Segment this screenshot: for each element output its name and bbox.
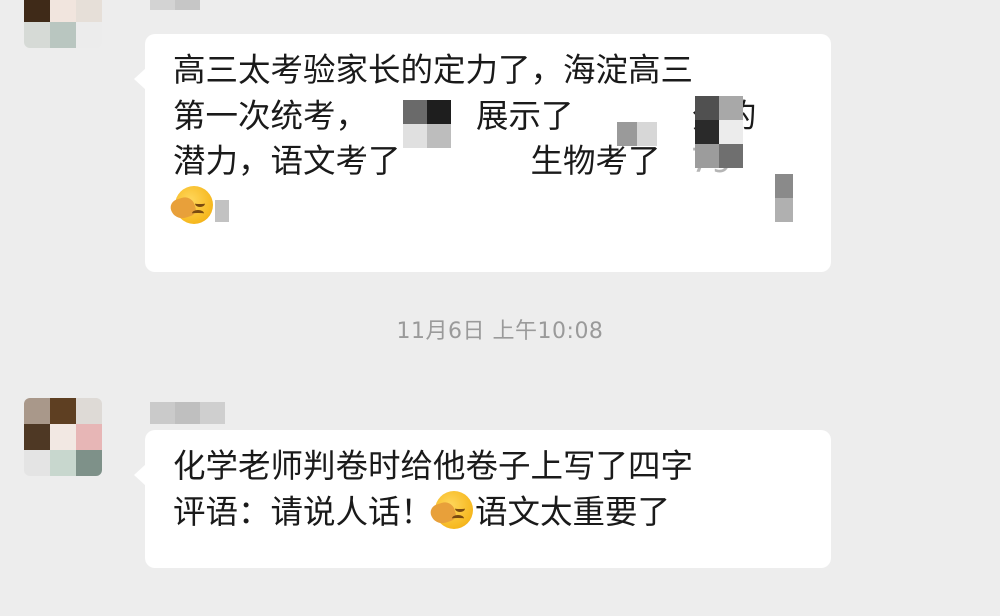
message-line	[168, 185, 809, 231]
sender-name-blurred	[150, 402, 225, 424]
message-line: 高三太考验家长的定力了，海淀高三	[173, 51, 694, 89]
message-line: 化学老师判卷时给他卷子上写了四字	[173, 447, 694, 485]
message-bubble[interactable]: 化学老师判卷时给他卷子上写了四字 评语：请说人话！ 语文太重要了	[134, 430, 831, 568]
avatar[interactable]	[24, 0, 102, 48]
redaction-mosaic	[695, 96, 743, 168]
message-line: 评语：请说人话！ 语文太重要了	[173, 490, 809, 536]
redaction-mosaic	[617, 122, 657, 146]
avatar[interactable]	[24, 398, 102, 476]
message-text: 展示了	[476, 96, 574, 135]
message-text: 评语：请说人话！	[173, 492, 434, 531]
partial-content: ˇˇ	[478, 606, 538, 616]
message-text: 生物考了	[530, 142, 661, 180]
redaction-mosaic	[403, 100, 451, 148]
facepalm-emoji-icon	[428, 490, 474, 529]
facepalm-emoji-icon	[168, 185, 213, 224]
redaction-mosaic	[775, 174, 793, 222]
message-text: 潜力，语文考了	[173, 142, 401, 180]
message-text: 语文太重要了	[475, 492, 671, 531]
message-bubble[interactable]: 高三太考验家长的定力了，海淀高三 第一次统考，展示了分的 潜力，语文考了生物考了…	[134, 34, 831, 272]
sender-name-blurred	[150, 0, 200, 10]
message-text: 第一次统考，	[173, 96, 369, 135]
message-timestamp: 11月6日 上午10:08	[396, 319, 604, 344]
